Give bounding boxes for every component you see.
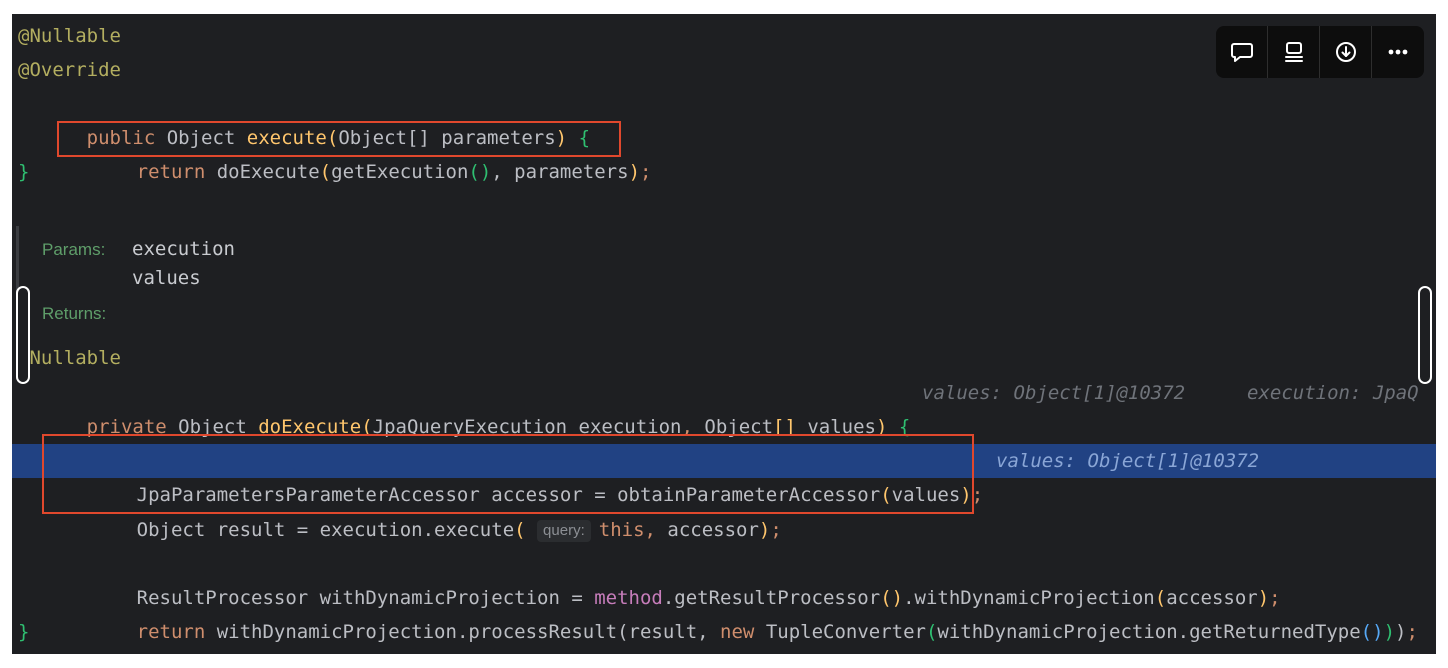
highlight-box-return <box>57 121 621 157</box>
code-line: private Object doExecute(JpaQueryExecuti… <box>12 376 1436 438</box>
semicolon: ; <box>770 519 782 541</box>
text-layout-button[interactable] <box>1268 26 1320 78</box>
comment-icon <box>1230 43 1253 62</box>
paren: ) <box>758 519 771 541</box>
code-line: public Object execute(Object[] parameter… <box>12 87 1436 149</box>
keyword: this <box>598 519 645 541</box>
download-button[interactable] <box>1320 26 1372 78</box>
comma: , <box>644 519 656 541</box>
brace: } <box>18 621 30 643</box>
code-line: @Nullable <box>12 341 1436 375</box>
download-icon <box>1335 42 1356 62</box>
annotation-nullable: @Nullable <box>18 25 121 47</box>
code-editor[interactable]: @Nullable @Override public Object execut… <box>12 14 1436 654</box>
annotation-override: @Override <box>18 59 121 81</box>
doc-returns-label: Returns: <box>42 304 107 323</box>
text-layout-icon <box>1284 42 1303 62</box>
more-button[interactable] <box>1372 26 1424 78</box>
code-line: return withDynamicProjection.processResu… <box>12 581 1436 643</box>
code-line: } <box>12 155 1436 189</box>
scroll-handle-left[interactable] <box>16 286 30 384</box>
code-text: Object result = execution.execute <box>136 519 515 541</box>
paren: ( <box>514 519 526 541</box>
doc-param: execution <box>132 238 235 260</box>
more-icon <box>1388 49 1408 55</box>
comment-button[interactable] <box>1216 26 1268 78</box>
scroll-handle-right[interactable] <box>1418 286 1432 384</box>
inline-debug-hint: values: Object[1]@10372 <box>922 382 1186 404</box>
highlight-box-accessor <box>42 434 974 514</box>
inline-debug-hint: values: Object[1]@10372 <box>996 450 1260 472</box>
annotation-nullable: @Nullable <box>18 347 121 369</box>
brace: } <box>18 161 30 183</box>
floating-toolbar <box>1216 26 1424 78</box>
code-line: } <box>12 615 1436 649</box>
code-text: accessor <box>655 519 759 541</box>
doc-params-label: Params: <box>42 240 106 259</box>
inline-debug-hint: execution: JpaQ <box>1247 382 1419 404</box>
doc-param: values <box>132 267 201 289</box>
parameter-name-hint: query: <box>537 520 591 542</box>
code-line: ResultProcessor withDynamicProjection = … <box>12 547 1436 609</box>
